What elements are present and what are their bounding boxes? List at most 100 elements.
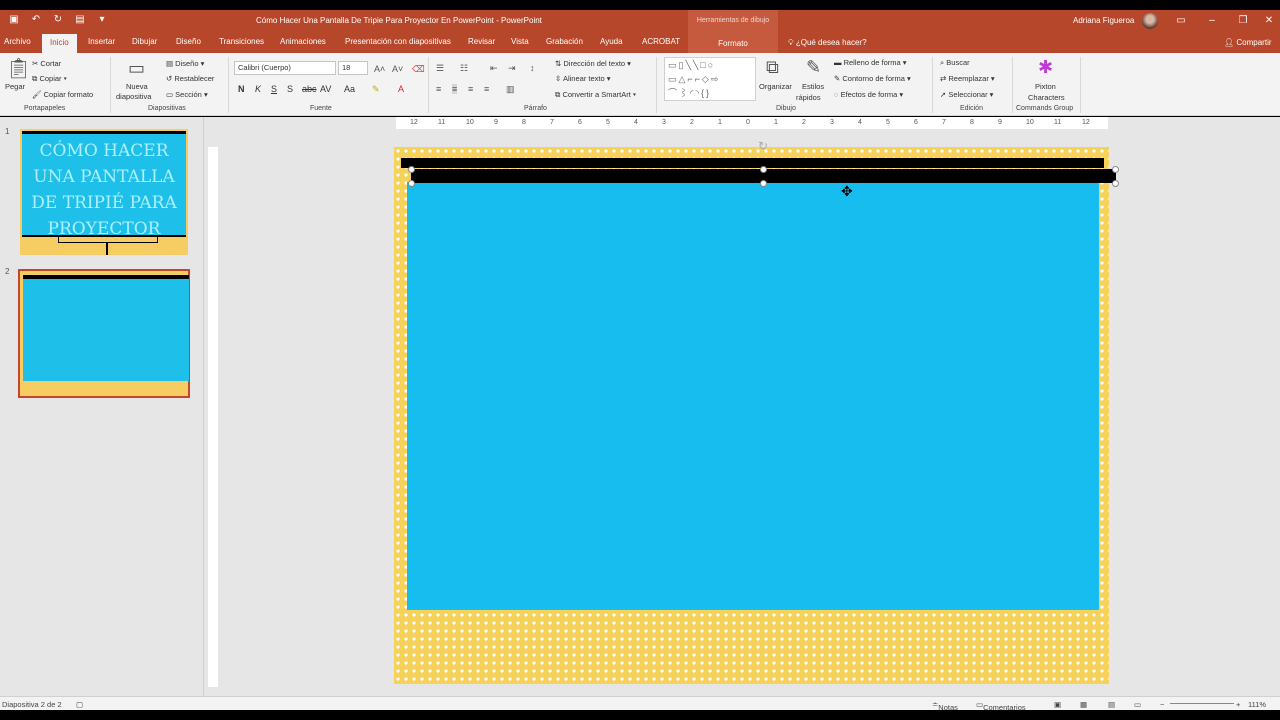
line-spacing-icon[interactable]: ↕ — [530, 63, 535, 73]
format-painter-button[interactable]: 🖌︎ Copiar formato — [32, 90, 93, 99]
increase-indent-icon[interactable]: ⇥ — [508, 63, 516, 73]
start-from-beginning-icon[interactable]: ▤ — [74, 14, 86, 26]
horizontal-ruler[interactable]: 12 11 10 9 8 7 6 5 4 3 2 1 0 1 2 3 4 5 6 7 8 9 10 11 12 — [396, 117, 1108, 129]
resize-handle[interactable] — [760, 180, 767, 187]
shape-effects-button[interactable]: ◌ Efectos de forma ▾ — [834, 90, 903, 99]
replace-button[interactable]: ⇄ Reemplazar ▾ — [940, 74, 995, 83]
tab-insertar[interactable]: Insertar — [88, 37, 115, 46]
tab-presentacion[interactable]: Presentación con diapositivas — [345, 37, 451, 46]
resize-handle[interactable] — [1112, 166, 1119, 173]
change-case-icon[interactable]: Aa — [344, 84, 355, 94]
font-size-dropdown[interactable]: 18 — [338, 61, 368, 75]
pixton-logo-icon[interactable]: ✱ — [1038, 57, 1053, 77]
increase-font-icon[interactable]: A˄ — [374, 64, 385, 74]
tab-ayuda[interactable]: Ayuda — [600, 37, 623, 46]
rotate-handle-icon[interactable]: ↻ — [758, 139, 768, 153]
tab-archivo[interactable]: Archivo — [4, 37, 31, 46]
tab-vista[interactable]: Vista — [511, 37, 529, 46]
paste-button[interactable]: Pegar — [5, 82, 25, 91]
align-left-icon[interactable]: ≡ — [436, 84, 441, 94]
strikethrough-icon[interactable]: abc — [302, 84, 317, 94]
undo-icon[interactable]: ↶ — [30, 14, 42, 26]
normal-view-icon[interactable]: ▣ — [1054, 700, 1061, 709]
comments-button[interactable]: ▭ Comentarios — [976, 700, 1026, 712]
reset-button[interactable]: ↺ Restablecer — [166, 74, 214, 83]
decrease-font-icon[interactable]: A˅ — [392, 64, 403, 74]
zoom-slider[interactable] — [1170, 703, 1234, 704]
top-bar-shape[interactable] — [401, 158, 1104, 168]
share-button[interactable]: 👤︎ Compartir — [1224, 38, 1272, 47]
slide-thumbnail-1[interactable]: CÓMO HACER UNA PANTALLA DE TRIPIÉ PARA P… — [20, 129, 188, 255]
tab-transiciones[interactable]: Transiciones — [219, 37, 264, 46]
resize-handle[interactable] — [408, 166, 415, 173]
tell-me-search[interactable]: 💡︎ ¿Qué desea hacer? — [788, 38, 867, 48]
font-name-dropdown[interactable]: Calibri (Cuerpo) — [234, 61, 336, 75]
customize-qat-icon[interactable]: ▾ — [96, 14, 108, 26]
find-button[interactable]: ⌕ Buscar — [940, 58, 970, 68]
vertical-ruler[interactable] — [208, 147, 218, 687]
align-center-icon[interactable]: ≡ — [452, 84, 458, 94]
reading-view-icon[interactable]: ▤ — [1108, 700, 1115, 709]
arrange-icon[interactable]: ⧉ — [766, 57, 779, 77]
tab-diseno[interactable]: Diseño — [176, 37, 201, 46]
character-spacing-icon[interactable]: AV — [320, 84, 331, 94]
new-slide-label[interactable]: Nueva — [126, 82, 148, 91]
restore-icon[interactable]: ❐ — [1236, 14, 1250, 28]
font-color-icon[interactable]: A — [398, 84, 404, 94]
ribbon-display-options-icon[interactable]: ▭ — [1174, 14, 1188, 28]
zoom-out-icon[interactable]: − — [1160, 700, 1164, 709]
user-name[interactable]: Adriana Figueroa — [1073, 16, 1134, 25]
new-slide-icon[interactable]: ▭ — [128, 58, 145, 78]
tab-dibujar[interactable]: Dibujar — [132, 37, 157, 46]
layout-button[interactable]: ▤ Diseño ▾ — [166, 59, 204, 68]
slideshow-icon[interactable]: ▭ — [1134, 700, 1141, 709]
shapes-gallery[interactable]: ▭▯╲╲□○ ▭△⌐⌐◇⇨ ⌒⌇◜◝{} — [664, 57, 756, 101]
projector-screen-shape[interactable] — [407, 182, 1099, 610]
pixton-label-2[interactable]: Characters — [1028, 93, 1065, 102]
tab-inicio[interactable]: Inicio — [42, 34, 77, 53]
quick-styles-label-2[interactable]: rápidos — [796, 93, 821, 102]
redo-icon[interactable]: ↻ — [52, 14, 64, 26]
notes-button[interactable]: ≐ Notas — [932, 700, 958, 712]
justify-icon[interactable]: ≡ — [484, 84, 489, 94]
close-icon[interactable]: ✕ — [1262, 14, 1276, 28]
resize-handle[interactable] — [1112, 180, 1119, 187]
quick-styles-label[interactable]: Estilos — [802, 82, 824, 91]
shadow-icon[interactable]: S — [287, 84, 293, 94]
resize-handle[interactable] — [760, 166, 767, 173]
zoom-level[interactable]: 111% — [1248, 700, 1266, 709]
tab-revisar[interactable]: Revisar — [468, 37, 495, 46]
bullets-icon[interactable]: ☰ — [436, 63, 444, 73]
zoom-in-icon[interactable]: + — [1236, 700, 1240, 709]
decrease-indent-icon[interactable]: ⇤ — [490, 63, 498, 73]
tab-animaciones[interactable]: Animaciones — [280, 37, 326, 46]
copy-button[interactable]: ⧉ Copiar ▾ — [32, 74, 67, 84]
pixton-label[interactable]: Pixton — [1035, 82, 1056, 91]
minimize-icon[interactable]: – — [1205, 14, 1219, 28]
resize-handle[interactable] — [408, 180, 415, 187]
tab-grabacion[interactable]: Grabación — [546, 37, 583, 46]
slide-thumbnail-pane[interactable]: 1 CÓMO HACER UNA PANTALLA DE TRIPIÉ PARA… — [0, 117, 204, 696]
clear-formatting-icon[interactable]: ⌫ — [412, 64, 425, 74]
tab-acrobat[interactable]: ACROBAT — [642, 37, 680, 46]
underline-icon[interactable]: S — [271, 84, 277, 94]
text-direction-button[interactable]: ⇅ Dirección del texto ▾ — [555, 59, 631, 68]
slide-thumbnail-2[interactable] — [18, 269, 190, 398]
arrange-button[interactable]: Organizar — [759, 82, 792, 91]
convert-smartart-button[interactable]: ⧉ Convertir a SmartArt ▾ — [555, 90, 636, 100]
save-icon[interactable]: ▣ — [8, 14, 20, 26]
accessibility-icon[interactable]: ▢ — [76, 700, 83, 709]
numbering-icon[interactable]: ☷ — [460, 63, 468, 73]
align-right-icon[interactable]: ≡ — [468, 84, 473, 94]
paste-icon[interactable]: 📋︎ — [6, 58, 31, 80]
quick-styles-icon[interactable]: ✎ — [806, 57, 821, 77]
align-text-button[interactable]: ⇳ Alinear texto ▾ — [555, 74, 611, 83]
shape-outline-button[interactable]: ✎ Contorno de forma ▾ — [834, 74, 911, 83]
italic-icon[interactable]: K — [255, 84, 261, 94]
highlight-icon[interactable]: ✎ — [372, 84, 380, 94]
section-button[interactable]: ▭ Sección ▾ — [166, 90, 208, 99]
select-button[interactable]: ➚ Seleccionar ▾ — [940, 90, 993, 99]
bold-icon[interactable]: N — [238, 84, 245, 94]
tab-formato[interactable]: Formato — [688, 32, 778, 53]
shape-fill-button[interactable]: ▬ Relleno de forma ▾ — [834, 58, 907, 67]
